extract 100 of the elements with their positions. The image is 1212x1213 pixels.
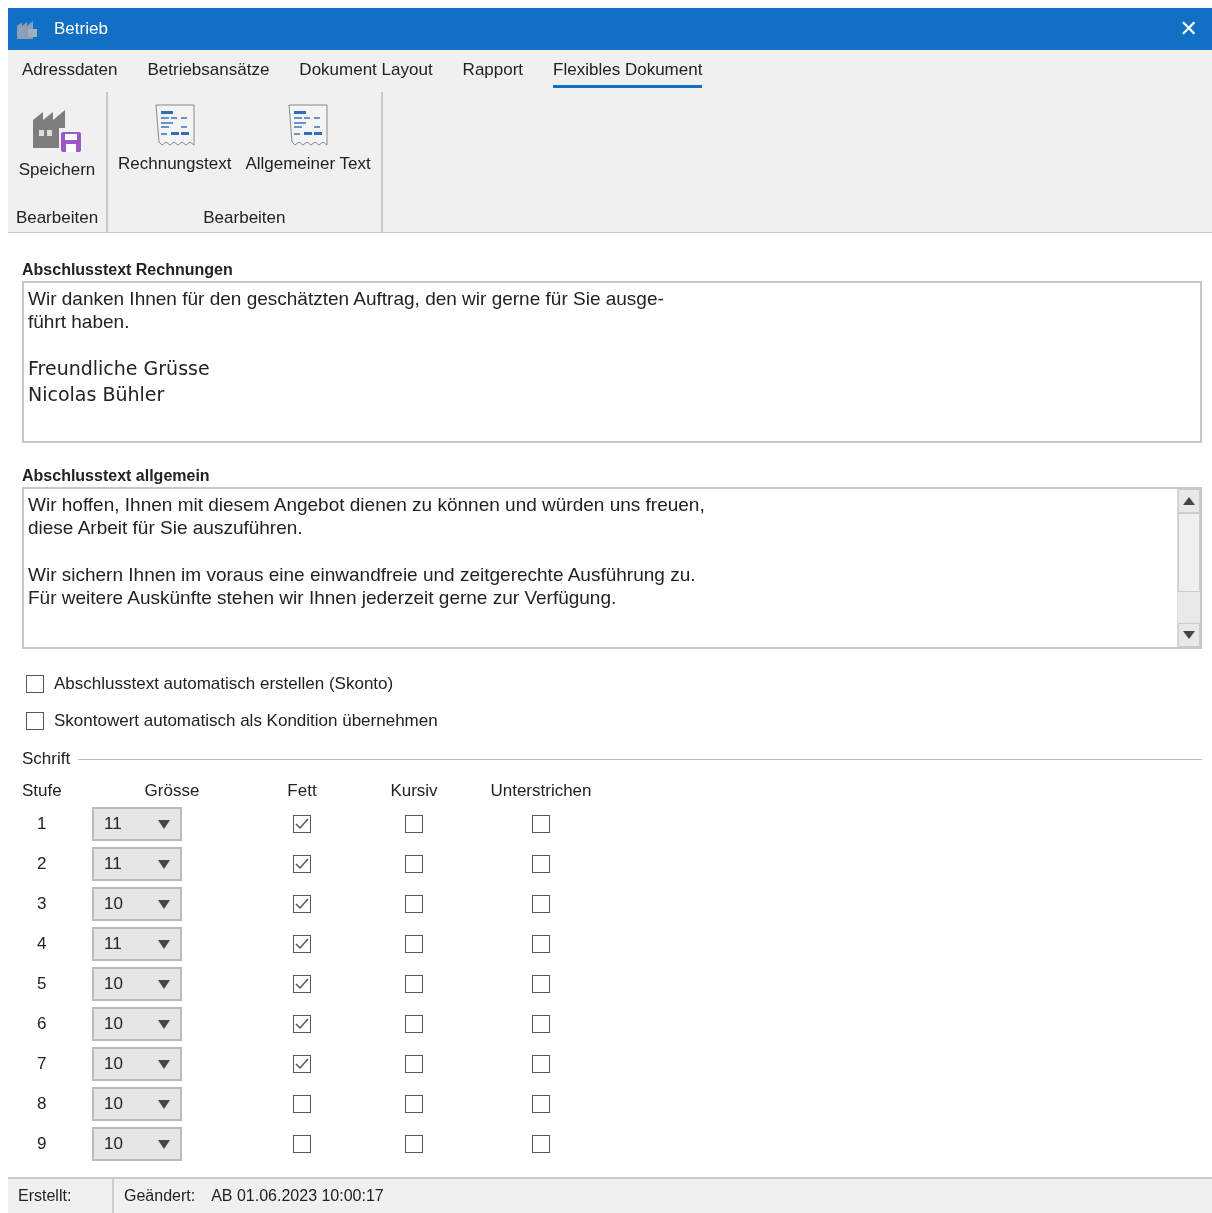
down-arrow-icon — [1183, 631, 1195, 639]
size-dropdown[interactable]: 11 — [92, 927, 182, 961]
checkbox[interactable] — [26, 674, 44, 693]
caret-icon — [158, 979, 170, 989]
window-title: Betrieb — [54, 19, 109, 39]
checkbox[interactable] — [405, 1135, 423, 1153]
ribbon-button[interactable]: Rechnungstext — [114, 104, 236, 208]
text-line: führt haben. — [28, 310, 130, 333]
dropdown-value: 10 — [104, 894, 123, 914]
size-dropdown[interactable]: 10 — [92, 967, 182, 1001]
column-header: Grösse — [144, 781, 200, 801]
document-icon — [288, 104, 329, 148]
caret-icon — [158, 1019, 170, 1029]
checkmark-icon — [295, 1058, 309, 1070]
checkbox[interactable] — [293, 1135, 311, 1153]
dropdown-value: 10 — [104, 974, 123, 994]
text-line: Nicolas Bühler — [28, 382, 165, 407]
ribbon-button[interactable]: Speichern — [14, 104, 100, 208]
checkbox[interactable] — [532, 895, 550, 913]
text-area[interactable]: Wir danken Ihnen für den geschätzten Auftrag, den wir gerne für Sie ausge- führt haben. Freundliche Grüsse Nicolas Bühler — [22, 281, 1202, 443]
checkbox[interactable] — [293, 935, 311, 953]
group-title: Schrift — [22, 749, 71, 769]
column-header: Unterstrichen — [490, 781, 592, 801]
checkbox[interactable] — [293, 855, 311, 873]
checkbox[interactable] — [532, 1095, 550, 1113]
text-line: Freundliche Grüsse — [28, 356, 210, 381]
column-header: Fett — [287, 781, 317, 801]
checkbox[interactable] — [532, 1015, 550, 1033]
checkbox[interactable] — [293, 1015, 311, 1033]
caret-icon — [158, 939, 170, 949]
size-dropdown[interactable]: 11 — [92, 847, 182, 881]
column-header: Stufe — [22, 781, 62, 801]
checkmark-icon — [295, 898, 309, 910]
status-label: Geändert: — [124, 1187, 196, 1204]
up-arrow-icon — [1183, 497, 1195, 505]
tab[interactable]: Dokument Layout — [299, 54, 433, 88]
checkbox[interactable] — [405, 1095, 423, 1113]
caret-icon — [158, 1139, 170, 1149]
ribbon-button[interactable]: Allgemeiner Text — [241, 104, 375, 208]
dropdown-value: 11 — [104, 934, 122, 954]
level-number: 9 — [36, 1134, 47, 1154]
caret-icon — [158, 819, 170, 829]
checkbox[interactable] — [293, 975, 311, 993]
close-button[interactable]: ✕ — [1173, 16, 1204, 42]
dropdown-value: 11 — [104, 814, 122, 834]
level-number: 7 — [36, 1054, 47, 1074]
checkmark-icon — [295, 1018, 309, 1030]
checkbox[interactable] — [293, 815, 311, 833]
checkbox[interactable] — [532, 815, 550, 833]
checkbox[interactable] — [405, 935, 423, 953]
level-number: 6 — [36, 1014, 47, 1034]
size-dropdown[interactable]: 11 — [92, 807, 182, 841]
size-dropdown[interactable]: 10 — [92, 1007, 182, 1041]
checkbox[interactable] — [532, 935, 550, 953]
text-line: Für weitere Auskünfte stehen wir Ihnen jederzeit gerne zur Verfügung. — [28, 586, 617, 609]
scroll-thumb[interactable] — [1178, 513, 1200, 592]
checkbox-label: Skontowert automatisch als Kondition übernehmen — [54, 710, 438, 731]
tab[interactable]: Adressdaten — [22, 54, 118, 88]
checkbox[interactable] — [293, 1055, 311, 1073]
caret-icon — [158, 859, 170, 869]
checkbox[interactable] — [405, 1015, 423, 1033]
checkbox[interactable] — [405, 855, 423, 873]
checkbox[interactable] — [532, 1135, 550, 1153]
checkbox[interactable] — [293, 1095, 311, 1113]
scrollbar[interactable] — [1177, 489, 1200, 647]
checkbox[interactable] — [405, 1055, 423, 1073]
level-number: 3 — [36, 894, 47, 914]
text-line: diese Arbeit für Sie auszuführen. — [28, 516, 303, 539]
group-label: Bearbeiten — [15, 208, 99, 229]
checkbox[interactable] — [405, 815, 423, 833]
tab[interactable]: Flexibles Dokument — [553, 54, 703, 88]
tab[interactable]: Betriebsansätze — [147, 54, 270, 88]
text-line: Wir hoffen, Ihnen mit diesem Angebot dienen zu können und würden uns freuen, — [28, 493, 705, 516]
text-area[interactable] — [22, 487, 1202, 649]
text-line: Wir sichern Ihnen im voraus eine einwandfreie und zeitgerechte Ausführung zu. — [28, 563, 696, 586]
checkbox[interactable] — [405, 895, 423, 913]
checkmark-icon — [295, 938, 309, 950]
checkbox[interactable] — [293, 895, 311, 913]
field-label: Abschlusstext Rechnungen — [22, 261, 234, 279]
group-label: Bearbeiten — [203, 208, 286, 229]
dropdown-value: 10 — [104, 1094, 123, 1114]
checkbox[interactable] — [405, 975, 423, 993]
field-label: Abschlusstext allgemein — [22, 467, 211, 485]
tab[interactable]: Rapport — [462, 54, 524, 88]
size-dropdown[interactable]: 10 — [92, 1087, 182, 1121]
checkbox[interactable] — [532, 1055, 550, 1073]
document-icon — [154, 104, 195, 148]
caret-icon — [158, 1059, 170, 1069]
dropdown-value: 10 — [104, 1054, 123, 1074]
checkbox[interactable] — [26, 711, 44, 730]
checkbox[interactable] — [532, 855, 550, 873]
size-dropdown[interactable]: 10 — [92, 887, 182, 921]
factory-icon — [16, 18, 40, 40]
level-number: 5 — [36, 974, 47, 994]
checkbox[interactable] — [532, 975, 550, 993]
status-label: Erstellt: — [18, 1187, 72, 1205]
size-dropdown[interactable]: 10 — [92, 1047, 182, 1081]
caret-icon — [158, 899, 170, 909]
size-dropdown[interactable]: 10 — [92, 1127, 182, 1161]
level-number: 2 — [36, 854, 47, 874]
